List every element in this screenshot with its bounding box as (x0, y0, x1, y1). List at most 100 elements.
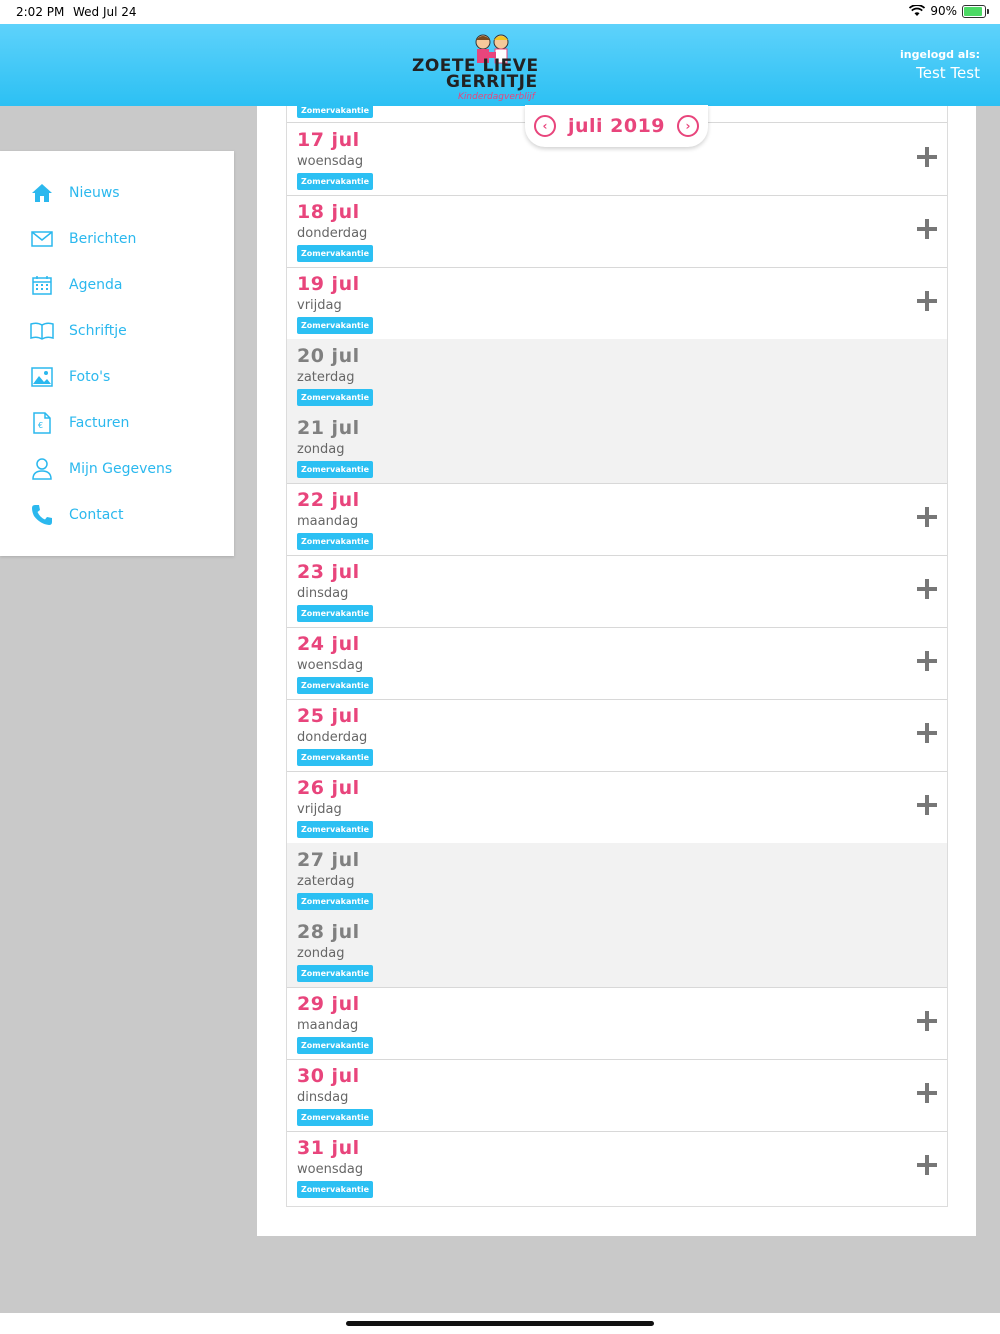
vacation-badge: Zomervakantie (297, 965, 374, 982)
day-name: woensdag (297, 154, 364, 169)
status-bar: 2:02 PM Wed Jul 24 90% (0, 0, 1000, 24)
vacation-badge: Zomervakantie (297, 893, 374, 910)
add-icon[interactable] (917, 147, 937, 167)
add-icon[interactable] (917, 795, 937, 815)
logo[interactable]: ZOETE LIEVE GERRITJE Kinderdagverblijf (410, 30, 560, 102)
sidebar-item-contact[interactable]: Contact (30, 500, 123, 530)
sidebar-item-label: Agenda (69, 277, 123, 293)
sidebar-item-label: Nieuws (69, 185, 120, 201)
agenda-day-list: Zomervakantie 17 jul woensdag Zomervakan… (286, 106, 948, 1207)
sidebar-item-mijn-gegevens[interactable]: Mijn Gegevens (30, 454, 172, 484)
vacation-badge: Zomervakantie (297, 1037, 374, 1054)
sidebar-item-fotos[interactable]: Foto's (30, 362, 110, 392)
agenda-panel: Zomervakantie 17 jul woensdag Zomervakan… (257, 106, 976, 1236)
day-date: 22 jul (297, 489, 360, 511)
vacation-badge: Zomervakantie (297, 1109, 374, 1126)
photo-icon (30, 365, 54, 389)
logo-line2: GERRITJE (446, 72, 538, 92)
vacation-badge: Zomervakantie (297, 461, 374, 478)
agenda-day-row-weekend: 21 jul zondag Zomervakantie (287, 411, 947, 484)
sidebar-item-label: Facturen (69, 415, 130, 431)
day-date: 29 jul (297, 993, 360, 1015)
agenda-day-row-weekend: 27 jul zaterdag Zomervakantie (287, 843, 947, 916)
day-name: woensdag (297, 1162, 364, 1177)
wifi-icon (909, 5, 926, 16)
month-navigator: ‹ juli 2019 › (525, 105, 708, 147)
battery-icon (962, 4, 989, 18)
agenda-day-row: 25 jul donderdag Zomervakantie (287, 699, 947, 772)
day-date: 30 jul (297, 1065, 360, 1087)
home-icon (30, 181, 54, 205)
sidebar-item-label: Contact (69, 507, 124, 523)
add-icon[interactable] (917, 651, 937, 671)
app-header: ZOETE LIEVE GERRITJE Kinderdagverblijf i… (0, 24, 1000, 106)
calendar-icon (30, 273, 54, 297)
user-name[interactable]: Test Test (900, 64, 980, 82)
add-icon[interactable] (917, 219, 937, 239)
vacation-badge: Zomervakantie (297, 821, 374, 838)
status-date: Wed Jul 24 (73, 5, 137, 19)
book-icon (30, 319, 54, 343)
day-name: vrijdag (297, 298, 342, 313)
day-date: 23 jul (297, 561, 360, 583)
home-indicator[interactable] (346, 1321, 654, 1326)
add-icon[interactable] (917, 507, 937, 527)
day-name: zaterdag (297, 874, 355, 889)
day-name: zondag (297, 946, 345, 961)
sidebar-item-nieuws[interactable]: Nieuws (30, 178, 120, 208)
agenda-day-row: 29 jul maandag Zomervakantie (287, 987, 947, 1060)
add-icon[interactable] (917, 579, 937, 599)
invoice-icon: € (30, 411, 54, 435)
agenda-day-row: 22 jul maandag Zomervakantie (287, 483, 947, 556)
day-date: 26 jul (297, 777, 360, 799)
add-icon[interactable] (917, 1155, 937, 1175)
agenda-day-row: 19 jul vrijdag Zomervakantie (287, 267, 947, 340)
vacation-badge: Zomervakantie (297, 1181, 374, 1198)
day-date: 28 jul (297, 921, 360, 943)
vacation-badge: Zomervakantie (297, 605, 374, 622)
sidebar-item-berichten[interactable]: Berichten (30, 224, 136, 254)
day-date: 27 jul (297, 849, 360, 871)
add-icon[interactable] (917, 1011, 937, 1031)
sidebar-item-facturen[interactable]: € Facturen (30, 408, 129, 438)
next-month-icon[interactable]: › (677, 115, 700, 137)
day-name: dinsdag (297, 586, 349, 601)
status-time: 2:02 PM (16, 5, 65, 19)
agenda-day-row-weekend: 28 jul zondag Zomervakantie (287, 915, 947, 988)
day-name: woensdag (297, 658, 364, 673)
agenda-day-row: 23 jul dinsdag Zomervakantie (287, 555, 947, 628)
sidebar-item-label: Mijn Gegevens (69, 461, 173, 477)
day-name: donderdag (297, 226, 368, 241)
sidebar-item-schriftje[interactable]: Schriftje (30, 316, 127, 346)
prev-month-icon[interactable]: ‹ (533, 115, 556, 137)
sidebar-item-agenda[interactable]: Agenda (30, 270, 122, 300)
login-info: ingelogd als: Test Test (900, 48, 980, 82)
svg-text:€: € (38, 421, 43, 430)
day-name: zaterdag (297, 370, 355, 385)
month-label: juli 2019 (567, 115, 666, 137)
agenda-day-row: 31 jul woensdag Zomervakantie (287, 1131, 947, 1203)
day-date: 21 jul (297, 417, 360, 439)
battery-percent: 90% (930, 4, 957, 18)
day-date: 25 jul (297, 705, 360, 727)
phone-icon (30, 503, 54, 527)
vacation-badge: Zomervakantie (297, 317, 374, 334)
sidebar-item-label: Berichten (69, 231, 137, 247)
add-icon[interactable] (917, 1083, 937, 1103)
add-icon[interactable] (917, 723, 937, 743)
vacation-badge: Zomervakantie (297, 677, 374, 694)
login-label: ingelogd als: (900, 48, 980, 61)
agenda-day-row: 30 jul dinsdag Zomervakantie (287, 1059, 947, 1132)
add-icon[interactable] (917, 291, 937, 311)
day-name: dinsdag (297, 1090, 349, 1105)
vacation-badge: Zomervakantie (297, 389, 374, 406)
day-date: 24 jul (297, 633, 360, 655)
agenda-day-row: 18 jul donderdag Zomervakantie (287, 195, 947, 268)
day-name: zondag (297, 442, 345, 457)
day-date: 17 jul (297, 129, 360, 151)
user-icon (30, 457, 54, 481)
agenda-day-row: 26 jul vrijdag Zomervakantie (287, 771, 947, 844)
day-name: maandag (297, 1018, 359, 1033)
agenda-day-row: 24 jul woensdag Zomervakantie (287, 627, 947, 700)
status-right: 90% (909, 4, 989, 18)
